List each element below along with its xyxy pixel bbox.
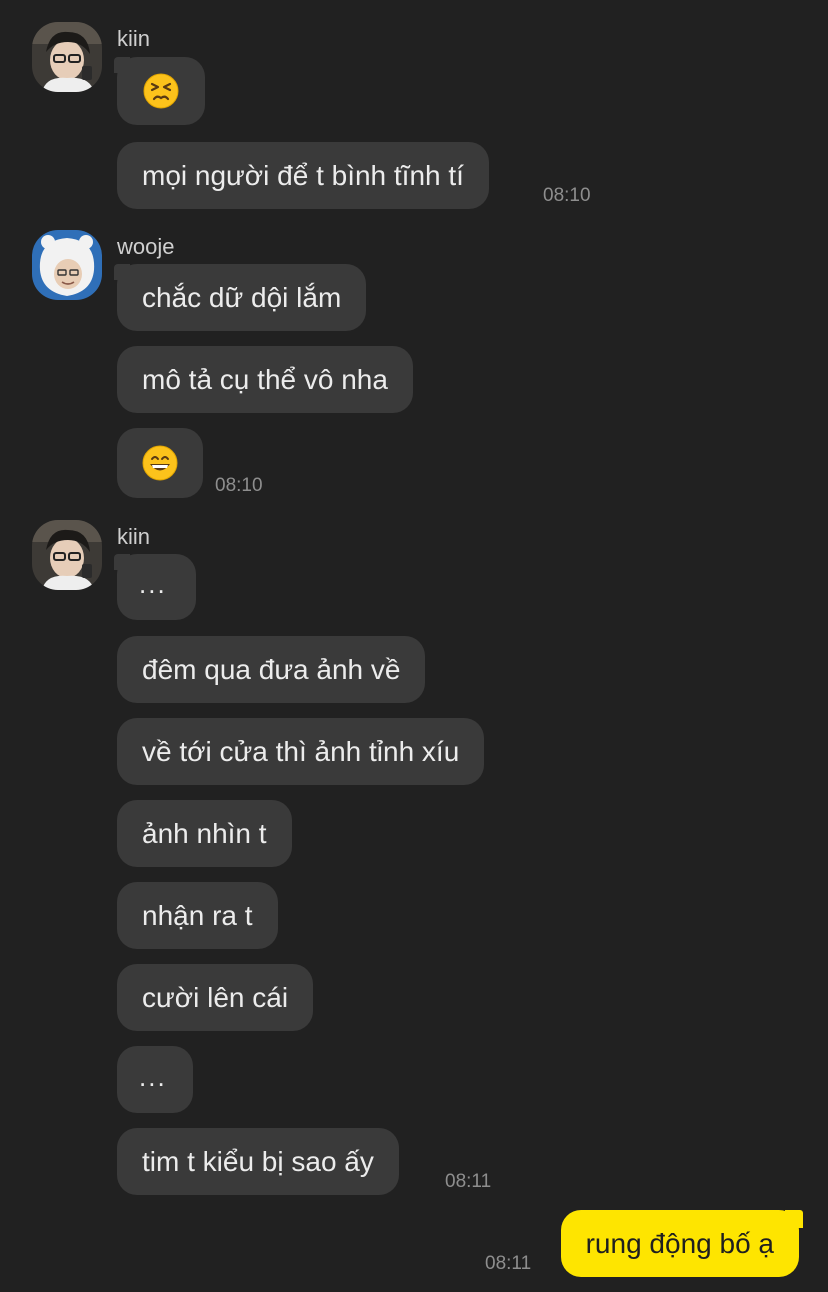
message-timestamp: 08:11 <box>485 1253 532 1274</box>
message-bubble[interactable]: tim t kiểu bị sao ấy <box>117 1128 399 1195</box>
message-bubble[interactable]: ... <box>114 554 196 620</box>
my-message-bubble[interactable]: rung động bố ạ <box>560 1210 804 1277</box>
message-bubble-emoji[interactable] <box>117 428 203 498</box>
message-timestamp: 08:10 <box>543 185 591 206</box>
message-bubble[interactable]: mọi người để t bình tĩnh tí <box>117 142 489 209</box>
message-bubble-emoji[interactable] <box>114 57 205 125</box>
grinning-face-emoji-icon <box>142 445 178 481</box>
message-timestamp: 08:10 <box>215 475 263 496</box>
message-timestamp: 08:11 <box>445 1171 492 1192</box>
persevering-face-emoji-icon <box>143 73 179 109</box>
avatar-kiin[interactable] <box>32 520 102 590</box>
message-bubble[interactable]: cười lên cái <box>117 964 314 1031</box>
message-bubble[interactable]: về tới cửa thì ảnh tỉnh xíu <box>117 718 485 785</box>
message-bubble[interactable]: ảnh nhìn t <box>117 800 292 867</box>
sender-name-kiin: kiin <box>117 524 151 549</box>
sender-name-kiin: kiin <box>117 26 151 51</box>
message-bubble[interactable]: nhận ra t <box>117 882 278 949</box>
message-bubble[interactable]: chắc dữ dội lắm <box>113 264 367 331</box>
message-bubble[interactable]: ... <box>117 1046 193 1113</box>
avatar-wooje[interactable] <box>32 230 102 300</box>
message-bubble[interactable]: đêm qua đưa ảnh về <box>117 636 426 703</box>
avatar-kiin[interactable] <box>32 22 102 92</box>
sender-name-wooje: wooje <box>117 234 175 259</box>
message-bubble[interactable]: mô tả cụ thể vô nha <box>117 346 413 413</box>
